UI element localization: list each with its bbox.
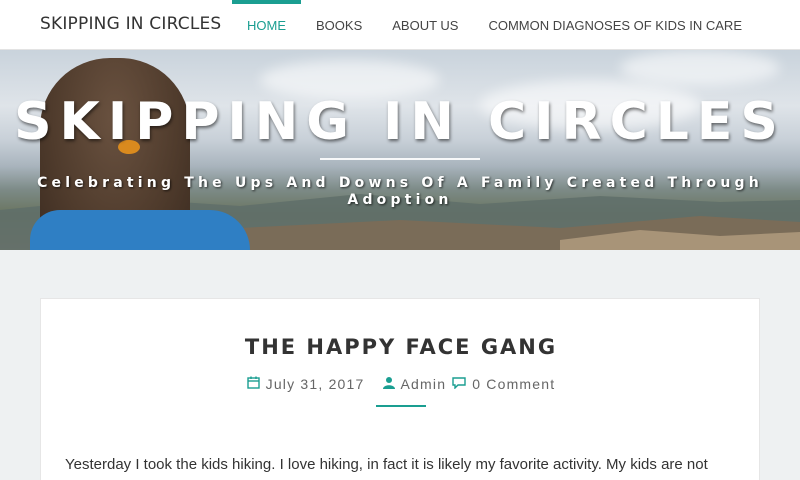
calendar-icon [246,376,260,392]
girl-shirt-image [30,210,250,250]
nav-item-home[interactable]: HOME [232,0,301,50]
hero-banner: SKIPPING IN CIRCLES Celebrating The Ups … [0,50,800,250]
hero-tagline: Celebrating The Ups And Downs Of A Famil… [37,175,763,208]
post-title[interactable]: THE HAPPY FACE GANG [41,335,761,359]
post-author-link[interactable]: Admin [401,376,447,392]
site-brand-link[interactable]: SKIPPING IN CIRCLES [40,14,221,34]
user-icon [382,376,395,392]
post-date-link[interactable]: July 31, 2017 [266,376,365,392]
nav-item-about-us[interactable]: ABOUT US [377,0,473,50]
post-card: THE HAPPY FACE GANG July 31, 2017 Admin … [40,298,760,480]
cloud-shape [620,50,780,86]
hero-title: SKIPPING IN CIRCLES [14,92,786,152]
top-navbar: SKIPPING IN CIRCLES HOME BOOKS ABOUT US … [0,0,800,50]
post-comments-link[interactable]: 0 Comment [472,376,555,392]
hero-divider [320,158,480,160]
nav-item-common-diagnoses[interactable]: COMMON DIAGNOSES OF KIDS IN CARE [473,0,757,50]
meta-divider [376,405,426,407]
comments-icon [452,376,466,392]
post-meta: July 31, 2017 Admin 0 Comment [41,376,761,392]
post-excerpt: Yesterday I took the kids hiking. I love… [65,456,708,473]
nav-item-books[interactable]: BOOKS [301,0,377,50]
main-nav: HOME BOOKS ABOUT US COMMON DIAGNOSES OF … [232,0,757,50]
